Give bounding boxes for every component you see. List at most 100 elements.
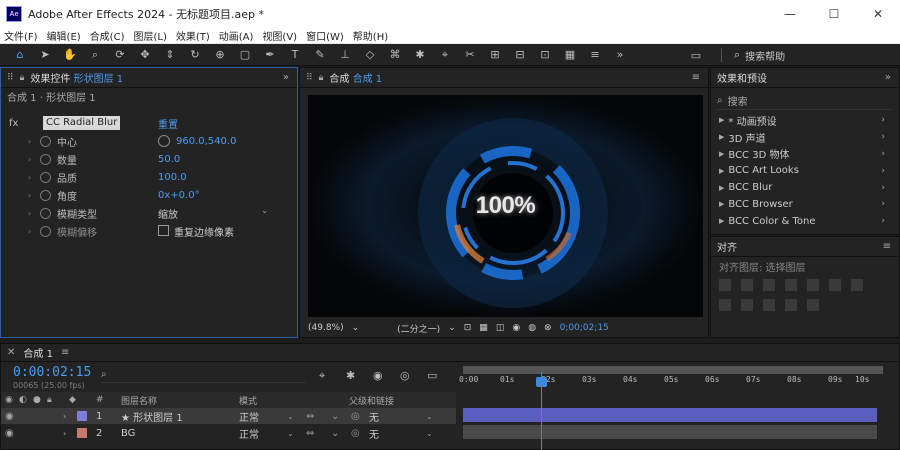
menu-window[interactable]: 窗口(W) [306, 28, 344, 43]
dolly-camera-icon[interactable]: ⇕ [162, 48, 178, 62]
chevron-down-icon[interactable]: ⌄ [352, 323, 360, 333]
param-value-amount[interactable]: 50.0 [158, 154, 180, 165]
shy-layers-icon[interactable]: ⌖ [319, 369, 333, 383]
close-button[interactable]: ✕ [856, 0, 900, 28]
align-vcenter-icon[interactable] [807, 279, 819, 291]
effects-category[interactable]: ▶ BCC Blur › [711, 179, 899, 196]
eye-icon[interactable]: ◉ [5, 428, 14, 439]
layer-label-color[interactable] [77, 411, 87, 421]
effects-category[interactable]: ▶ * 动画预设 › [711, 112, 899, 129]
effect-row[interactable]: fx CC Radial Blur 重置 [1, 114, 297, 132]
snapping-icon[interactable]: ⌖ [437, 48, 453, 62]
frame-readout[interactable]: 0;00;02;15 [560, 323, 609, 333]
menu-view[interactable]: 视图(V) [262, 28, 297, 43]
expand-triangle-icon[interactable]: › [63, 412, 66, 421]
shape-tool-icon[interactable]: ▢ [237, 48, 253, 62]
repeat-edge-checkbox[interactable] [158, 225, 169, 236]
selection-tool-icon[interactable]: ➤ [37, 48, 53, 62]
chevron-down-icon[interactable]: ⌄ [331, 428, 339, 439]
expand-triangle-icon[interactable]: › [63, 429, 66, 438]
layer-name[interactable]: BG [121, 428, 135, 439]
distribute-bottom-icon[interactable] [741, 299, 753, 311]
pickwhip-icon[interactable]: ◎ [351, 411, 360, 422]
more-tools-icon[interactable]: » [612, 48, 628, 62]
effects-search-input[interactable]: ⌕ 搜索 [717, 92, 893, 110]
puppet-tool-icon[interactable]: ✱ [412, 48, 428, 62]
roto-brush-icon[interactable]: ⌘ [387, 48, 403, 62]
zoom-dropdown[interactable]: (49.8%) [308, 323, 344, 333]
layer-parent[interactable]: 无 [369, 409, 379, 424]
audio-column-icon[interactable]: ◐ [19, 395, 27, 405]
color-management-icon[interactable]: ⊗ [544, 323, 552, 333]
align-title[interactable]: 对齐 [717, 239, 737, 254]
layer-mode[interactable]: 正常 [239, 426, 259, 441]
render-preview-icon[interactable]: ▭ [427, 369, 441, 383]
mode-column[interactable]: 模式 [239, 394, 257, 407]
chevron-down-icon[interactable]: ⌄ [448, 323, 456, 333]
layer-name[interactable]: ★ 形状图层 1 [121, 409, 183, 424]
blur-type-dropdown[interactable]: 缩放 ⌄ [158, 206, 270, 221]
zoom-tool-icon[interactable]: ⌕ [87, 48, 103, 62]
lock-icon[interactable]: 🔒︎ [20, 73, 25, 83]
align-hcenter-icon[interactable] [741, 279, 753, 291]
composition-tab-name[interactable]: 合成 1 [353, 70, 383, 85]
frame-blending-icon[interactable]: ✱ [346, 369, 360, 383]
distribute-left-icon[interactable] [763, 299, 775, 311]
twirl-icon[interactable]: › [28, 155, 31, 164]
twirl-icon[interactable]: › [28, 173, 31, 182]
layer-label-color[interactable] [77, 428, 87, 438]
timeline-tab[interactable]: 合成 1 [23, 345, 53, 360]
stopwatch-icon[interactable] [40, 189, 51, 201]
grid-icon[interactable]: ▦ [562, 48, 578, 62]
layer-row-bg[interactable]: ◉ › 2 BG 正常 ⌄ ⇔ ⌄ ◎ 无 ⌄ [1, 425, 456, 441]
param-value-center[interactable]: 960.0,540.0 [176, 136, 236, 147]
stopwatch-icon[interactable] [40, 171, 51, 183]
effects-category[interactable]: ▶ BCC Color & Tone › [711, 213, 899, 230]
close-tab-icon[interactable]: ✕ [7, 347, 15, 358]
trkmat-icon[interactable]: ⇔ [306, 428, 314, 439]
trkmat-icon[interactable]: ⇔ [306, 411, 314, 422]
maximize-button[interactable]: ☐ [812, 0, 856, 28]
brush-tool-icon[interactable]: ✎ [312, 48, 328, 62]
layer-parent[interactable]: 无 [369, 426, 379, 441]
menu-edit[interactable]: 编辑(E) [47, 28, 81, 43]
effects-category[interactable]: ▶ BCC 3D 物体 › [711, 146, 899, 163]
motion-blur-icon[interactable]: ◉ [373, 369, 387, 383]
menu-help[interactable]: 帮助(H) [353, 28, 388, 43]
pen-tool-icon[interactable]: ✒ [262, 48, 278, 62]
twirl-icon[interactable]: › [28, 137, 31, 146]
menu-animation[interactable]: 动画(A) [219, 28, 254, 43]
minimize-button[interactable]: — [768, 0, 812, 28]
param-value-quality[interactable]: 100.0 [158, 172, 187, 183]
layer-row-shape[interactable]: ◉ › 1 ★ 形状图层 1 正常 ⌄ ⇔ ⌄ ◎ 无 ⌄ [1, 408, 456, 424]
panel-menu-icon[interactable]: ⠿ [7, 73, 14, 83]
type-tool-icon[interactable]: T [287, 48, 303, 62]
menu-composition[interactable]: 合成(C) [90, 28, 125, 43]
current-timecode[interactable]: 0:00:02:15 [13, 365, 91, 380]
time-ruler[interactable]: 0:00 01s 02s 03s 04s 05s 06s 07s 08s 09s 10s [459, 362, 879, 392]
label-column-icon[interactable]: ◆ [69, 395, 76, 405]
eraser-tool-icon[interactable]: ◇ [362, 48, 378, 62]
visibility-column-icon[interactable]: ◉ [5, 395, 13, 405]
chevron-down-icon[interactable]: ⌄ [426, 412, 433, 421]
panel-menu-icon[interactable]: ≡ [883, 241, 891, 252]
effect-controls-tab-prefix[interactable]: 效果控件 [30, 70, 70, 85]
panel-menu-icon[interactable]: ≡ [61, 347, 69, 358]
show-channel-icon[interactable]: ◍ [528, 323, 536, 333]
stopwatch-icon[interactable] [40, 153, 51, 165]
mask-visibility-icon[interactable]: ◫ [496, 323, 505, 333]
twirl-icon[interactable]: › [28, 227, 31, 236]
workspace-icon[interactable]: ▭ [688, 48, 704, 62]
align-distribute-icon[interactable]: ≡ [587, 48, 603, 62]
solo-column-icon[interactable]: ● [33, 395, 41, 405]
composition-tab-prefix[interactable]: 合成 [329, 70, 349, 85]
twirl-icon[interactable]: › [28, 191, 31, 200]
layer-bar-shape[interactable] [463, 408, 877, 422]
lock-column-icon[interactable]: 🔒︎ [47, 395, 52, 405]
menu-file[interactable]: 文件(F) [4, 28, 38, 43]
effect-name[interactable]: CC Radial Blur [43, 116, 121, 130]
menu-effect[interactable]: 效果(T) [176, 28, 210, 43]
menu-layer[interactable]: 图层(L) [133, 28, 166, 43]
pan-behind-icon[interactable]: ⊕ [212, 48, 228, 62]
clone-stamp-icon[interactable]: ⊥ [337, 48, 353, 62]
